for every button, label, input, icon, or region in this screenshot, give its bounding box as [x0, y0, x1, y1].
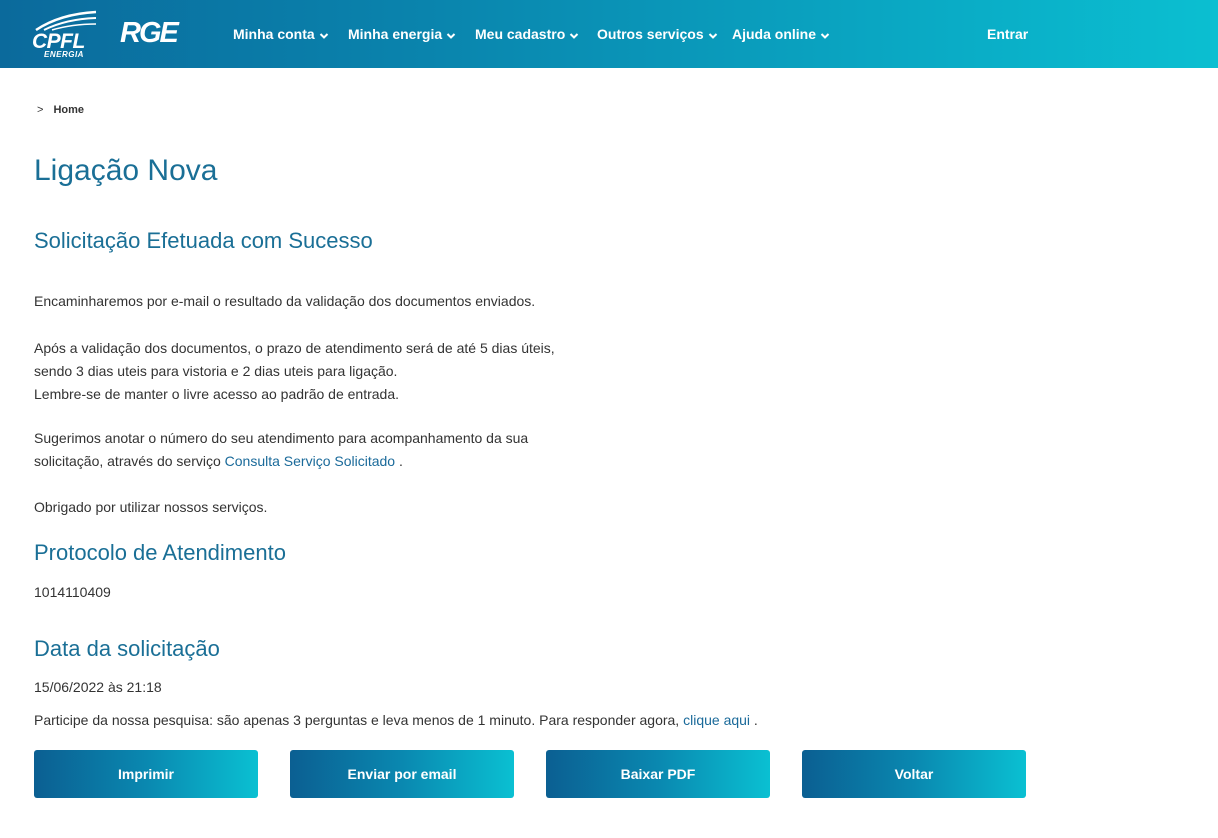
breadcrumb-home-link[interactable]: Home: [53, 104, 84, 116]
deadline-line: sendo 3 dias uteis para vistoria e 2 dia…: [34, 363, 398, 379]
nav-minha-energia[interactable]: Minha energia: [348, 26, 456, 42]
date-title: Data da solicitação: [34, 636, 220, 661]
tracking-suffix: .: [398, 453, 403, 469]
date-value: 15/06/2022 às 21:18: [34, 679, 162, 695]
chevron-down-icon: [708, 32, 717, 39]
cpfl-logo[interactable]: CPFL ENERGIA: [30, 10, 100, 62]
chevron-down-icon: [446, 32, 456, 39]
tracking-line: Sugerimos anotar o número do seu atendim…: [34, 430, 529, 446]
tracking-line: solicitação, através do serviço Consulta…: [34, 450, 528, 473]
nav-ajuda-online[interactable]: Ajuda online: [732, 26, 830, 42]
back-button[interactable]: Voltar: [802, 750, 1026, 798]
nav-minha-conta[interactable]: Minha conta: [233, 26, 329, 42]
nav-label: Ajuda online: [732, 26, 816, 42]
top-navbar: CPFL ENERGIA RGE Minha conta Minha energ…: [0, 0, 1218, 68]
print-button[interactable]: Imprimir: [34, 750, 258, 798]
protocol-value: 1014110409: [34, 584, 111, 600]
download-pdf-button[interactable]: Baixar PDF: [546, 750, 770, 798]
chevron-down-icon: [570, 32, 579, 39]
survey-text: Participe da nossa pesquisa: são apenas …: [34, 709, 758, 732]
rge-logo[interactable]: RGE: [120, 17, 179, 50]
chevron-down-icon: [820, 32, 830, 39]
success-title: Solicitação Efetuada com Sucesso: [34, 228, 373, 253]
nav-meu-cadastro[interactable]: Meu cadastro: [475, 26, 579, 42]
tracking-paragraph: Sugerimos anotar o número do seu atendim…: [34, 427, 528, 473]
login-link[interactable]: Entrar: [987, 26, 1028, 42]
chevron-down-icon: [319, 32, 328, 39]
nav-outros-servicos[interactable]: Outros serviços: [597, 26, 718, 42]
nav-label: Minha energia: [348, 26, 443, 42]
send-email-button[interactable]: Enviar por email: [290, 750, 514, 798]
page-title: Ligação Nova: [34, 154, 218, 187]
breadcrumb-separator: >: [37, 104, 44, 116]
cpfl-logo-subtext: ENERGIA: [44, 50, 84, 59]
tracking-prefix: solicitação, através do serviço: [34, 453, 221, 469]
protocol-title: Protocolo de Atendimento: [34, 540, 286, 565]
deadline-line: Lembre-se de manter o livre acesso ao pa…: [34, 386, 399, 402]
survey-link[interactable]: clique aqui: [683, 712, 750, 728]
cpfl-swoosh-icon: [35, 10, 97, 32]
deadline-line: Após a validação dos documentos, o prazo…: [34, 340, 555, 356]
email-notice-text: Encaminharemos por e-mail o resultado da…: [34, 293, 536, 309]
nav-label: Meu cadastro: [475, 26, 566, 42]
survey-prefix: Participe da nossa pesquisa: são apenas …: [34, 712, 680, 728]
deadline-paragraph: Após a validação dos documentos, o prazo…: [34, 337, 555, 406]
nav-label: Minha conta: [233, 26, 315, 42]
consulta-servico-link[interactable]: Consulta Serviço Solicitado: [225, 453, 395, 469]
survey-suffix: .: [753, 712, 758, 728]
nav-label: Outros serviços: [597, 26, 704, 42]
breadcrumb: > Home: [37, 104, 84, 116]
thanks-text: Obrigado por utilizar nossos serviços.: [34, 499, 268, 515]
